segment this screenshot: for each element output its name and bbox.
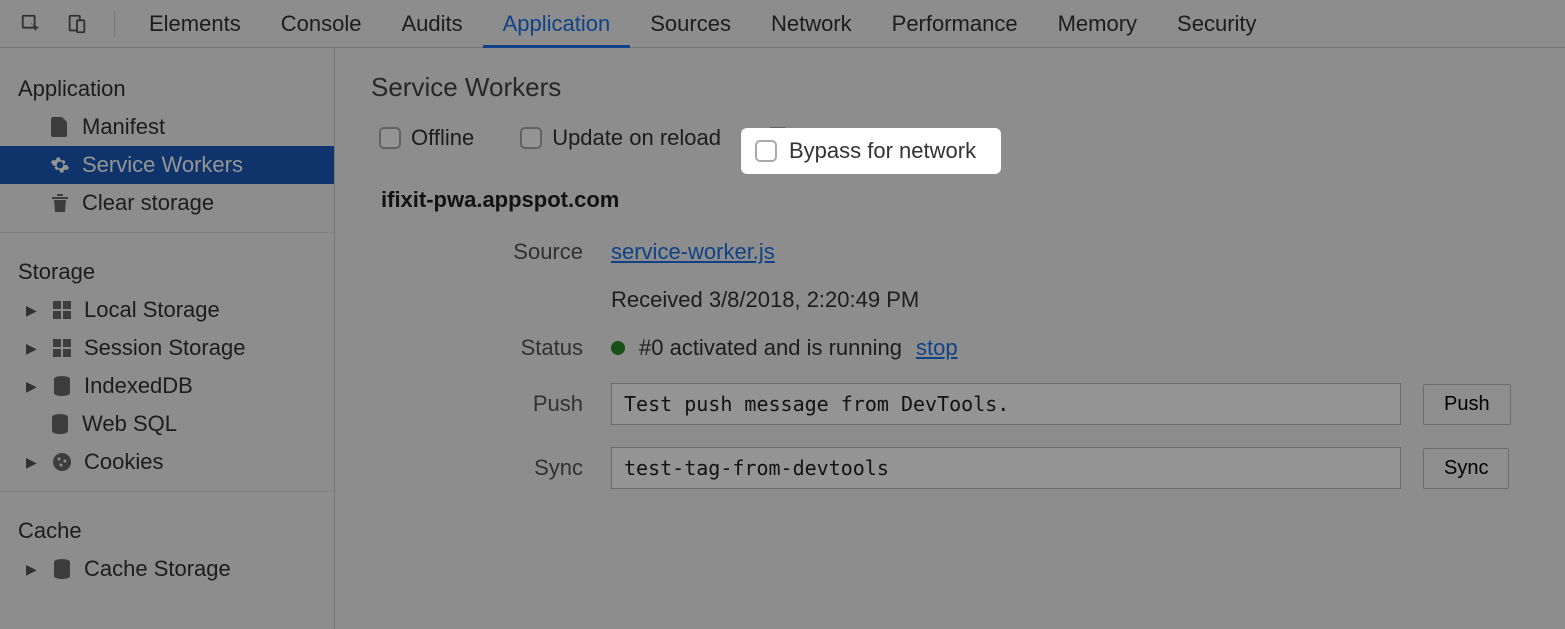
tab-performance[interactable]: Performance [872,0,1038,47]
source-row: Source service-worker.js [371,239,1529,265]
sidebar-item-label: IndexedDB [84,373,193,399]
worker-host: ifixit-pwa.appspot.com [381,187,1529,213]
sidebar-item-label: Session Storage [84,335,245,361]
application-sidebar: Application Manifest Service Workers Cle… [0,48,335,629]
sidebar-item-label: Cookies [84,449,163,475]
sidebar-item-label: Service Workers [82,152,243,178]
file-icon [48,115,72,139]
tab-elements[interactable]: Elements [129,0,261,47]
push-row: Push Push [371,383,1529,425]
database-icon [50,374,74,398]
checkbox-label: Bypass for network [789,138,976,164]
sidebar-item-web-sql[interactable]: Web SQL [0,405,334,443]
tab-sources[interactable]: Sources [630,0,751,47]
sidebar-item-label: Web SQL [82,411,177,437]
tab-memory[interactable]: Memory [1038,0,1157,47]
grid-icon [50,298,74,322]
checkbox-icon [755,140,777,162]
tab-application[interactable]: Application [483,0,631,47]
sidebar-item-cookies[interactable]: ▶ Cookies [0,443,334,481]
panel-title: Service Workers [371,72,1529,103]
trash-icon [48,191,72,215]
sidebar-item-cache-storage[interactable]: ▶ Cache Storage [0,550,334,588]
received-row: Received 3/8/2018, 2:20:49 PM [371,287,1529,313]
sidebar-section-cache: Cache [0,502,334,550]
chevron-right-icon: ▶ [26,340,40,357]
tab-audits[interactable]: Audits [381,0,482,47]
sidebar-section-application: Application [0,60,334,108]
status-text: #0 activated and is running [639,335,902,361]
sidebar-divider [0,491,334,492]
inspect-icon[interactable] [14,7,48,41]
sidebar-item-local-storage[interactable]: ▶ Local Storage [0,291,334,329]
stop-link[interactable]: stop [916,335,958,361]
checkbox-label: Update on reload [552,125,721,151]
sidebar-item-service-workers[interactable]: Service Workers [0,146,334,184]
sidebar-item-label: Clear storage [82,190,214,216]
received-text: Received 3/8/2018, 2:20:49 PM [611,287,919,313]
checkbox-icon [520,127,542,149]
update-on-reload-checkbox[interactable]: Update on reload [512,121,729,155]
grid-icon [50,336,74,360]
toolbar-separator [114,11,115,37]
checkbox-icon [379,127,401,149]
database-icon [50,557,74,581]
sidebar-item-session-storage[interactable]: ▶ Session Storage [0,329,334,367]
status-row: Status #0 activated and is running stop [371,335,1529,361]
tab-console[interactable]: Console [261,0,382,47]
offline-checkbox[interactable]: Offline [371,121,482,155]
gear-icon [48,153,72,177]
devtools-toolbar: Elements Console Audits Application Sour… [0,0,1565,48]
push-input[interactable] [611,383,1401,425]
status-label: Status [371,335,591,361]
checkbox-label: Offline [411,125,474,151]
devtools-tabs: Elements Console Audits Application Sour… [129,0,1277,47]
sync-label: Sync [371,455,591,481]
database-icon [48,412,72,436]
tab-security[interactable]: Security [1157,0,1276,47]
sidebar-item-clear-storage[interactable]: Clear storage [0,184,334,222]
push-label: Push [371,391,591,417]
sync-button[interactable]: Sync [1423,448,1509,489]
chevron-right-icon: ▶ [26,378,40,395]
tab-network[interactable]: Network [751,0,872,47]
sidebar-item-indexeddb[interactable]: ▶ IndexedDB [0,367,334,405]
push-button[interactable]: Push [1423,384,1511,425]
device-icon[interactable] [60,7,94,41]
source-label: Source [371,239,591,265]
status-dot-icon [611,341,625,355]
chevron-right-icon: ▶ [26,302,40,319]
chevron-right-icon: ▶ [26,454,40,471]
sidebar-divider [0,232,334,233]
sync-input[interactable] [611,447,1401,489]
cookie-icon [50,450,74,474]
bypass-for-network-highlight[interactable]: Bypass for network [741,128,1001,174]
chevron-right-icon: ▶ [26,561,40,578]
sync-row: Sync Sync [371,447,1529,489]
sidebar-item-label: Cache Storage [84,556,231,582]
sidebar-item-label: Local Storage [84,297,220,323]
sidebar-section-storage: Storage [0,243,334,291]
sidebar-item-manifest[interactable]: Manifest [0,108,334,146]
source-link[interactable]: service-worker.js [611,239,775,265]
sidebar-item-label: Manifest [82,114,165,140]
